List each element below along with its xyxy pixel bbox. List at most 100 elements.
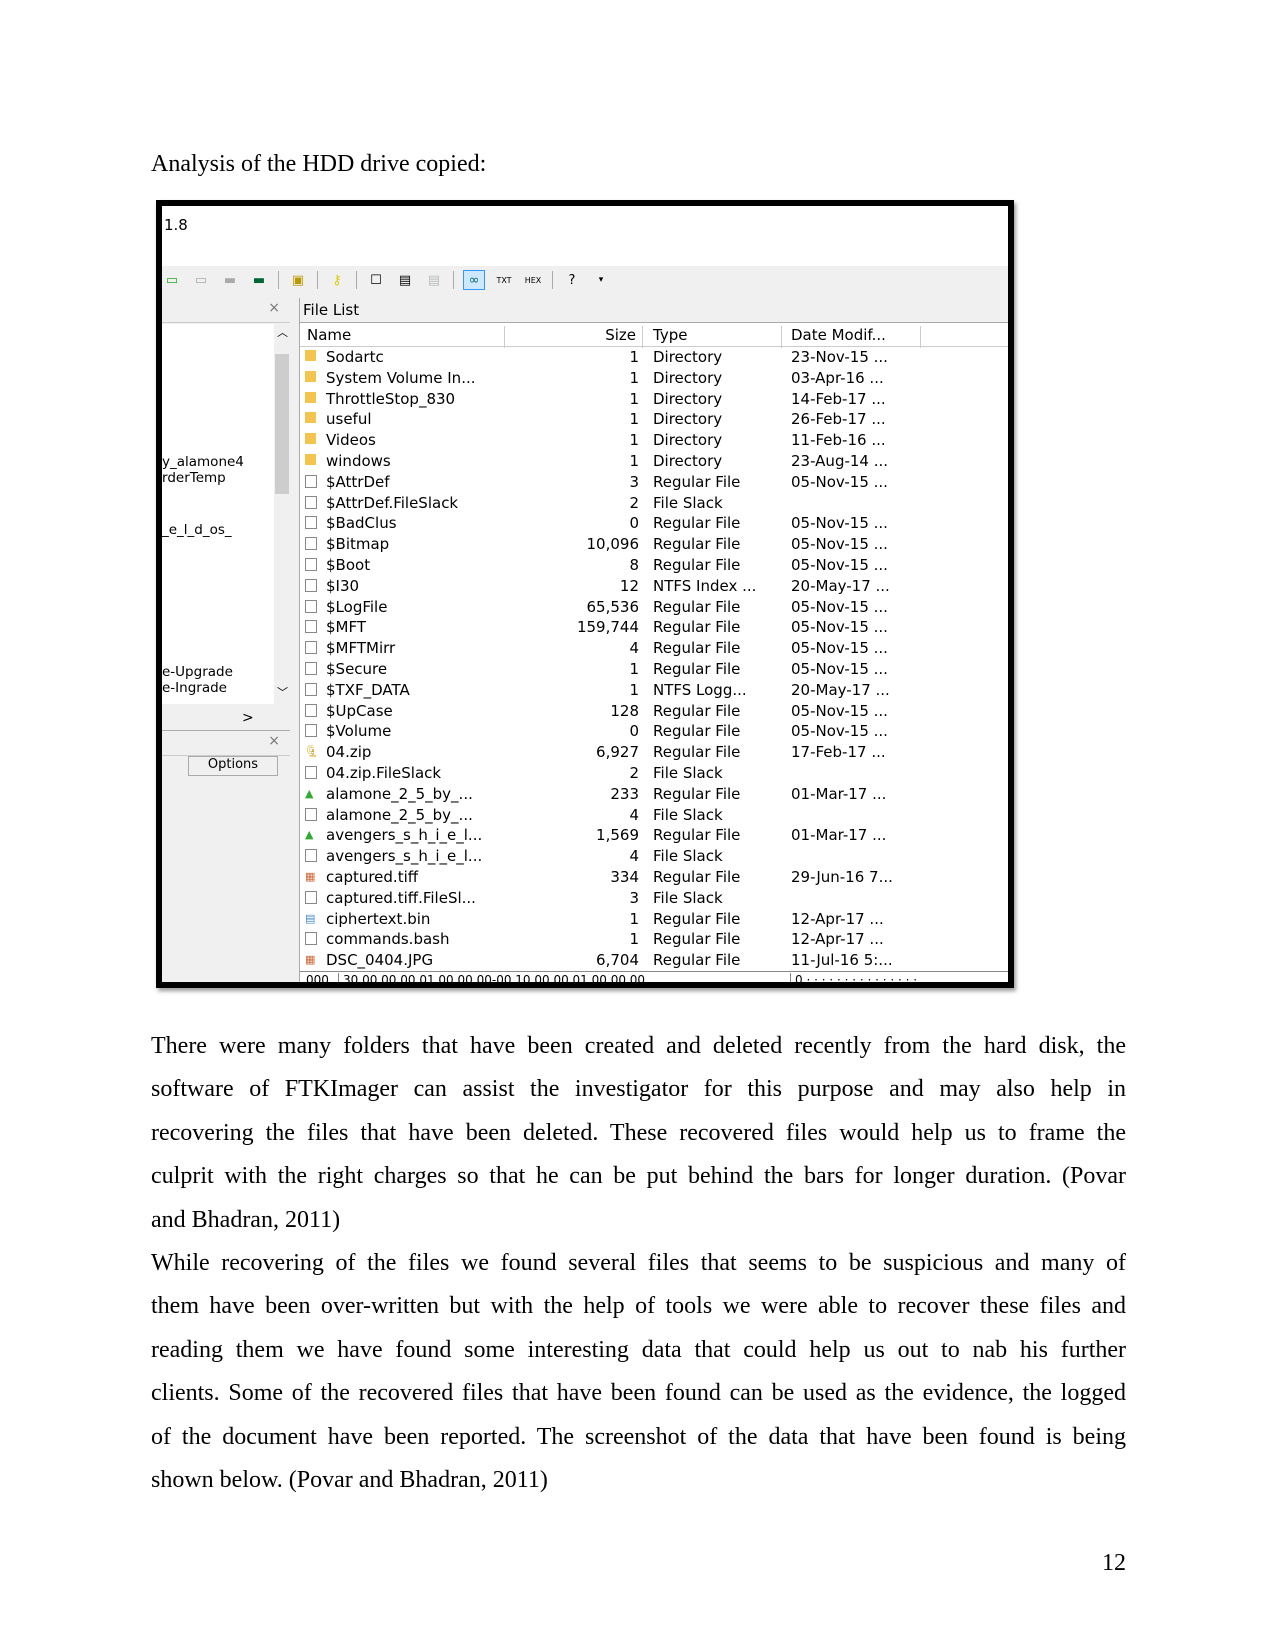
file-row[interactable]: windows 1 Directory 23-Aug-14 ... — [300, 451, 1008, 472]
dropdown-icon[interactable]: ▾ — [591, 271, 611, 289]
file-row[interactable]: $Secure 1 Regular File 05-Nov-15 ... — [300, 659, 1008, 680]
file-row[interactable]: alamone_2_5_by_... 4 File Slack — [300, 805, 1008, 826]
file-row[interactable]: captured.tiff.FileSl... 3 File Slack — [300, 888, 1008, 909]
file-row[interactable]: 🗜 04.zip 6,927 Regular File 17-Feb-17 ..… — [300, 742, 1008, 763]
file-date: 20-May-17 ... — [791, 576, 890, 595]
file-row[interactable]: avengers_s_h_i_e_l... 4 File Slack — [300, 846, 1008, 867]
file-icon — [305, 724, 317, 738]
text-view-icon[interactable]: TXT — [494, 271, 514, 289]
file-icon — [305, 516, 317, 530]
file-type: Regular File — [653, 660, 741, 678]
file-type: NTFS Index ... — [653, 576, 757, 595]
file-icon — [305, 849, 317, 863]
tree-item[interactable]: _e_l_d_os_ — [162, 522, 232, 538]
scroll-down-icon[interactable]: ﹀ — [277, 684, 288, 700]
document-icon[interactable]: ▤ — [395, 271, 415, 289]
options-tab[interactable]: Options — [188, 756, 278, 776]
export-icon[interactable]: ▣ — [288, 271, 308, 289]
chevron-right-icon[interactable]: > — [242, 710, 254, 726]
column-size[interactable]: Size — [605, 326, 636, 344]
file-row[interactable]: ▦ DSC_0404.JPG 6,704 Regular File 11-Jul… — [300, 950, 1008, 971]
file-row[interactable]: $UpCase 128 Regular File 05-Nov-15 ... — [300, 701, 1008, 722]
file-row[interactable]: $Bitmap 10,096 Regular File 05-Nov-15 ..… — [300, 534, 1008, 555]
remove-evidence-icon[interactable]: ▭ — [191, 271, 211, 289]
memory-icon[interactable]: ▬ — [249, 271, 269, 289]
file-row[interactable]: $Volume 0 Regular File 05-Nov-15 ... — [300, 721, 1008, 742]
paragraph-line: and Bhadran, 2011) — [151, 1206, 341, 1233]
tree-item[interactable]: e-Upgrade — [162, 664, 233, 680]
column-name[interactable]: Name — [307, 326, 351, 344]
folder-icon — [305, 391, 316, 403]
key-icon[interactable]: ⚷ — [327, 271, 347, 289]
file-row[interactable]: ▲ avengers_s_h_i_e_l... 1,569 Regular Fi… — [300, 825, 1008, 846]
file-date: 05-Nov-15 ... — [791, 472, 888, 491]
close-icon[interactable]: × — [268, 300, 280, 316]
file-type: Regular File — [653, 826, 741, 845]
disabled-doc-icon[interactable]: ▤ — [424, 271, 444, 289]
file-row[interactable]: $AttrDef 3 Regular File 05-Nov-15 ... — [300, 472, 1008, 493]
file-icon — [305, 932, 317, 946]
file-date: 05-Nov-15 ... — [791, 660, 888, 678]
column-type[interactable]: Type — [653, 326, 687, 344]
tree-scrollbar[interactable]: ︿ ﹀ — [274, 324, 290, 704]
new-page-icon[interactable]: ☐ — [366, 271, 386, 289]
toolbar-divider — [356, 271, 357, 289]
file-date: 11-Jul-16 5:... — [791, 951, 893, 970]
close-icon[interactable]: × — [268, 733, 280, 749]
file-row[interactable]: commands.bash 1 Regular File 12-Apr-17 .… — [300, 929, 1008, 950]
file-row[interactable]: ThrottleStop_830 1 Directory 14-Feb-17 .… — [300, 389, 1008, 410]
file-row[interactable]: Videos 1 Directory 11-Feb-16 ... — [300, 430, 1008, 451]
hex-bytes: 30 00 00 00 01 00 00 00-00 10 00 00 01 0… — [338, 973, 645, 982]
tree-item[interactable]: y_alamone4 — [162, 454, 244, 470]
file-type: Directory — [653, 431, 723, 450]
file-date: 17-Feb-17 ... — [791, 743, 886, 762]
file-row[interactable]: $LogFile 65,536 Regular File 05-Nov-15 .… — [300, 597, 1008, 618]
evidence-tree: y_alamone4 rderTemp _e_l_d_os_ e-Upgrade… — [162, 324, 274, 704]
file-date: 23-Nov-15 ... — [791, 348, 888, 366]
file-row[interactable]: ▤ ciphertext.bin 1 Regular File 12-Apr-1… — [300, 909, 1008, 930]
hex-ascii: 0 · · · · · · · · · · · · · · · — [790, 973, 917, 982]
file-icon — [305, 474, 317, 488]
scroll-thumb[interactable] — [275, 354, 289, 494]
file-row[interactable]: Sodartc 1 Directory 23-Nov-15 ... — [300, 347, 1008, 368]
folder-icon — [305, 433, 316, 445]
file-row[interactable]: 04.zip.FileSlack 2 File Slack — [300, 763, 1008, 784]
folder-icon — [305, 412, 316, 424]
hex-view-icon[interactable]: HEX — [523, 271, 543, 289]
tree-item[interactable]: rderTemp — [162, 470, 226, 486]
file-date: 05-Nov-15 ... — [791, 597, 888, 616]
file-type: Regular File — [653, 472, 741, 491]
column-date[interactable]: Date Modif... — [791, 326, 886, 344]
file-row[interactable]: $MFTMirr 4 Regular File 05-Nov-15 ... — [300, 638, 1008, 659]
file-name: Videos — [326, 431, 376, 450]
file-name: 04.zip — [326, 743, 372, 762]
file-row[interactable]: System Volume In... 1 Directory 03-Apr-1… — [300, 368, 1008, 389]
file-size: 0 — [629, 514, 639, 533]
file-name: DSC_0404.JPG — [326, 951, 434, 970]
add-evidence-icon[interactable]: ▭ — [162, 271, 182, 289]
tree-item[interactable]: e-Ingrade — [162, 680, 227, 696]
file-row[interactable]: useful 1 Directory 26-Feb-17 ... — [300, 409, 1008, 430]
remove-all-icon[interactable]: ▬ — [220, 271, 240, 289]
file-icon — [305, 766, 317, 779]
file-type: Regular File — [653, 722, 741, 741]
file-size: 334 — [610, 868, 639, 886]
file-row[interactable]: $I30 12 NTFS Index ... 20-May-17 ... — [300, 576, 1008, 597]
scroll-up-icon[interactable]: ︿ — [277, 324, 288, 340]
file-row[interactable]: $BadClus 0 Regular File 05-Nov-15 ... — [300, 513, 1008, 534]
paragraph-line: recovering the files that have been dele… — [151, 1119, 1126, 1146]
file-row[interactable]: $MFT 159,744 Regular File 05-Nov-15 ... — [300, 617, 1008, 638]
auto-view-icon[interactable]: ∞ — [463, 270, 485, 290]
file-row[interactable]: $AttrDef.FileSlack 2 File Slack — [300, 493, 1008, 514]
file-type: Regular File — [653, 618, 741, 637]
file-row[interactable]: ▦ captured.tiff 334 Regular File 29-Jun-… — [300, 867, 1008, 888]
file-date: 20-May-17 ... — [791, 680, 890, 699]
folder-icon — [305, 454, 316, 465]
window-title: 1.8 — [164, 216, 188, 234]
file-name: Sodartc — [326, 348, 384, 366]
file-row[interactable]: $Boot 8 Regular File 05-Nov-15 ... — [300, 555, 1008, 576]
file-name: $Bitmap — [326, 535, 390, 554]
file-row[interactable]: ▲ alamone_2_5_by_... 233 Regular File 01… — [300, 784, 1008, 805]
help-icon[interactable]: ? — [562, 271, 582, 289]
file-row[interactable]: $TXF_DATA 1 NTFS Logg... 20-May-17 ... — [300, 680, 1008, 701]
